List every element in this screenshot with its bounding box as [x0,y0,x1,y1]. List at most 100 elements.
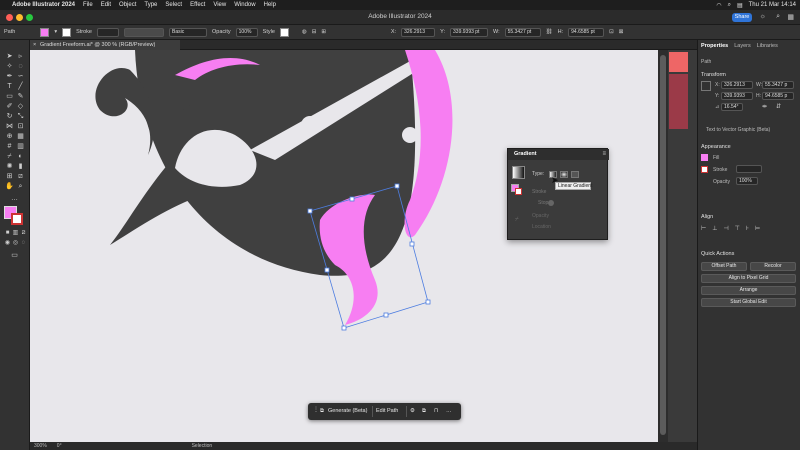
stop-color-swatch[interactable] [548,200,554,206]
swatch-color-1[interactable] [669,52,688,72]
fill-swatch[interactable] [40,27,50,37]
brush-definition[interactable]: Basic [169,27,207,37]
pen-tool-icon[interactable]: ✒ [5,73,14,81]
stroke-indicator[interactable] [515,188,522,195]
swatch-color-2[interactable] [669,74,688,129]
menu-effect[interactable]: Effect [190,2,205,8]
stroke-color-box[interactable] [11,213,23,225]
line-tool-icon[interactable]: ╱ [16,83,25,91]
zoom-level[interactable]: 300% [34,443,47,449]
recolor-icon[interactable]: ◍ [302,29,307,35]
app-menu[interactable]: Adobe Illustrator 2024 [12,2,75,8]
opacity-field[interactable]: 100% [235,27,258,37]
flip-vertical-icon[interactable]: ⇵ [776,103,781,110]
rotate-tool-icon[interactable]: ↻ [5,113,14,121]
offset-path-button[interactable]: Offset Path [701,262,747,271]
stroke-label[interactable]: Stroke [713,167,727,173]
y-field[interactable]: 339.9393 [721,92,753,100]
gradient-preview-swatch[interactable] [512,166,525,179]
variable-width-profile[interactable] [124,27,164,37]
type-tool-icon[interactable]: T [5,83,14,91]
distribute-icon[interactable]: ⊞ [321,29,326,35]
scale-tool-icon[interactable]: ⤡ [16,113,25,121]
align-to-pixel-grid-button[interactable]: Align to Pixel Grid [701,274,796,283]
clock[interactable]: Thu 21 Mar 14:14 [749,2,796,8]
rectangle-tool-icon[interactable]: ▭ [5,93,14,101]
radial-gradient-button[interactable] [560,171,568,178]
stroke-swatch[interactable] [701,166,708,173]
hand-tool-icon[interactable]: ✋ [5,183,14,191]
direct-selection-tool-icon[interactable]: ▹ [16,53,25,61]
more-tools-icon[interactable]: … [10,195,19,203]
w-field[interactable]: 55.3427 p [762,81,794,89]
h-field[interactable]: 94.6585 p [762,92,794,100]
graph-tool-icon[interactable]: ▮ [16,163,25,171]
shaper-tool-icon[interactable]: ✐ [5,103,14,111]
y-field[interactable]: 339.9393 pt [450,27,489,37]
gradient-panel-header[interactable]: Gradient ≡ [508,149,609,160]
gear-icon[interactable]: ⚙ [410,406,415,417]
menu-help[interactable]: Help [264,2,276,8]
recolor-button[interactable]: Recolor [750,262,796,271]
artboard-canvas[interactable] [30,50,658,442]
x-field[interactable]: 326.2913 [721,81,753,89]
flip-horizontal-icon[interactable]: ⇹ [762,103,767,110]
stroke-swatch[interactable] [62,27,72,37]
stroke-weight-field[interactable] [97,27,119,37]
lasso-tool-icon[interactable]: ◌ [16,63,25,71]
eraser-tool-icon[interactable]: ◇ [16,103,25,111]
duplicate-icon[interactable]: ⧉ [422,406,426,417]
document-tab[interactable]: × Gradient Freeform.ai* @ 300 % (RGB/Pre… [30,40,180,50]
mesh-tool-icon[interactable]: # [5,143,14,151]
rotation-value[interactable]: 0° [57,443,62,449]
menu-view[interactable]: View [213,2,226,8]
blend-tool-icon[interactable]: ◐ [16,153,25,161]
zoom-tool-icon[interactable]: ⌕ [16,183,25,191]
eyedropper-tool-icon[interactable]: ⌿ [5,153,14,161]
generate-icon[interactable]: ⧉ [320,406,324,417]
opacity-label[interactable]: Opacity [212,29,231,35]
text-to-vector-link[interactable]: Text to Vector Graphic (Beta) [706,127,770,133]
x-field[interactable]: 326.2913 [401,27,436,37]
drag-handle-icon[interactable]: ⋮ [313,406,319,413]
constrain-icon[interactable]: ⛓ [546,29,553,35]
stroke-weight-field[interactable] [736,165,762,173]
graphic-style-swatch[interactable] [279,27,289,37]
perspective-grid-icon[interactable]: ▦ [16,133,25,141]
align-icon[interactable]: ⊟ [312,29,317,35]
share-button[interactable]: Share [732,13,752,22]
reference-point-icon[interactable] [701,81,711,91]
start-global-edit-button[interactable]: Start Global Edit [701,298,796,307]
tab-libraries[interactable]: Libraries [757,43,778,53]
curvature-tool-icon[interactable]: ∽ [16,73,25,81]
selection-tool-icon[interactable]: ➤ [5,53,14,61]
fill-dropdown-icon[interactable]: ▾ [54,29,57,35]
paintbrush-tool-icon[interactable]: ✎ [16,93,25,101]
menu-object[interactable]: Object [119,2,136,8]
width-tool-icon[interactable]: ⋈ [5,123,14,131]
menu-type[interactable]: Type [144,2,157,8]
screen-mode-icon[interactable]: ▭ [10,252,19,260]
gradient-tool-icon[interactable]: ▥ [16,143,25,151]
transform-icon[interactable]: ⊡ [609,29,614,35]
menu-select[interactable]: Select [165,2,182,8]
tab-layers[interactable]: Layers [734,43,751,53]
more-options-icon[interactable]: … [446,406,452,417]
menu-file[interactable]: File [83,2,93,8]
w-field[interactable]: 55.3427 pt [504,27,541,37]
vertical-scroll-thumb[interactable] [660,55,666,435]
control-center-icon[interactable]: ▤ [737,2,743,9]
learn-icon[interactable]: ☼ [760,13,766,20]
generate-beta-button[interactable]: Generate (Beta) [328,406,367,417]
h-field[interactable]: 94.6585 pt [568,27,605,37]
slice-tool-icon[interactable]: ⧄ [16,173,25,181]
eyedropper-icon[interactable]: ⌿ [515,217,519,224]
edit-path-button[interactable]: Edit Path [376,406,398,417]
magic-wand-icon[interactable]: ✧ [5,63,14,71]
freeform-gradient-button[interactable] [571,171,579,178]
draw-inside-icon[interactable]: ◌ [19,239,28,247]
opacity-field[interactable]: 100% [736,177,758,185]
menu-window[interactable]: Window [234,2,255,8]
menu-edit[interactable]: Edit [101,2,111,8]
none-mode-icon[interactable]: ⧄ [19,229,28,237]
